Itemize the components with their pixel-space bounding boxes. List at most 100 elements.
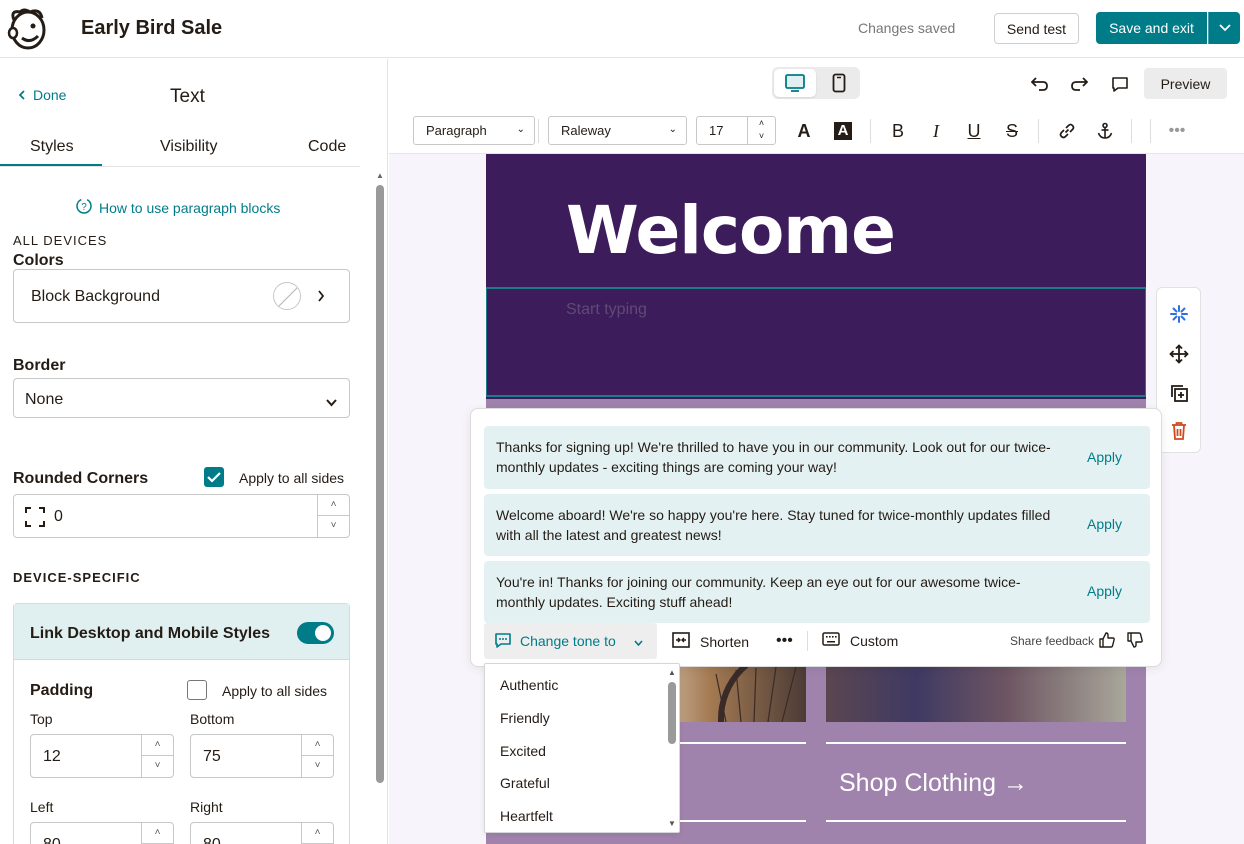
- tab-code[interactable]: Code: [308, 138, 346, 156]
- divider: [870, 119, 871, 143]
- top-bar: Early Bird Sale Changes saved Send test …: [0, 0, 1244, 58]
- mailchimp-logo-icon[interactable]: [6, 6, 48, 52]
- scroll-up-arrow-icon[interactable]: ▲: [376, 171, 384, 181]
- custom-prompt-button[interactable]: Custom: [822, 632, 898, 649]
- block-settings-panel: Done Text Styles Visibility Code ? How t…: [0, 59, 388, 844]
- underline-icon[interactable]: U: [963, 120, 985, 142]
- padding-bottom-input[interactable]: 75 ˄ ˅: [190, 734, 334, 778]
- tab-styles[interactable]: Styles: [30, 138, 74, 156]
- comment-icon[interactable]: [1109, 73, 1131, 95]
- change-tone-button[interactable]: Change tone to: [484, 623, 657, 659]
- left-panel-scrollbar[interactable]: [376, 185, 384, 783]
- font-size-input[interactable]: 17 ˄ ˅: [696, 116, 776, 145]
- tone-option-grateful[interactable]: Grateful: [500, 775, 550, 791]
- done-button[interactable]: Done: [18, 87, 66, 103]
- font-size-stepper[interactable]: ˄ ˅: [747, 117, 775, 144]
- undo-icon[interactable]: [1029, 73, 1051, 95]
- redo-icon[interactable]: [1068, 73, 1090, 95]
- divider: [807, 631, 808, 651]
- scroll-down-arrow-icon[interactable]: ▼: [668, 819, 676, 828]
- padding-top-input[interactable]: 12 ˄ ˅: [30, 734, 174, 778]
- selected-text-block[interactable]: [486, 287, 1146, 397]
- suggestion-text: You're in! Thanks for joining our commun…: [496, 574, 1021, 610]
- more-ai-options-icon[interactable]: •••: [776, 632, 793, 650]
- tab-visibility[interactable]: Visibility: [160, 138, 218, 156]
- scroll-up-arrow-icon[interactable]: ▲: [668, 668, 676, 677]
- ai-sparkle-icon[interactable]: [1168, 303, 1190, 325]
- padding-left-label: Left: [30, 799, 54, 815]
- help-link[interactable]: ? How to use paragraph blocks: [75, 197, 280, 218]
- preview-button[interactable]: Preview: [1144, 68, 1227, 99]
- speech-bubble-icon: [494, 631, 512, 652]
- suggestion-card[interactable]: Welcome aboard! We're so happy you're he…: [484, 494, 1150, 556]
- thumbs-down-icon[interactable]: [1127, 632, 1143, 653]
- rounded-corners-input[interactable]: 0 ˄ ˅: [13, 494, 350, 538]
- chevron-left-icon: [18, 87, 25, 103]
- padding-right-input[interactable]: 80 ˄˅: [190, 822, 334, 844]
- desktop-view-icon[interactable]: [774, 69, 816, 97]
- custom-label: Custom: [850, 632, 899, 649]
- campaign-title[interactable]: Early Bird Sale: [81, 17, 222, 40]
- padding-bottom-value: 75: [203, 748, 221, 765]
- font-family-select[interactable]: Raleway ⌄: [548, 116, 687, 145]
- apply-suggestion-button[interactable]: Apply: [1087, 583, 1122, 599]
- tone-option-friendly[interactable]: Friendly: [500, 710, 550, 726]
- all-devices-label: ALL DEVICES: [13, 233, 108, 248]
- corner-radius-icon: [24, 506, 46, 533]
- rounded-apply-all-checkbox[interactable]: [204, 467, 224, 487]
- bold-icon[interactable]: B: [887, 120, 909, 142]
- shorten-button[interactable]: Shorten: [672, 632, 749, 651]
- suggestion-card[interactable]: Thanks for signing up! We're thrilled to…: [484, 426, 1150, 489]
- italic-icon[interactable]: I: [925, 120, 947, 142]
- text-color-icon[interactable]: A: [793, 120, 815, 142]
- send-test-button[interactable]: Send test: [994, 13, 1079, 44]
- anchor-icon[interactable]: [1094, 120, 1116, 142]
- link-icon[interactable]: [1056, 120, 1078, 142]
- tone-option-heartfelt[interactable]: Heartfelt: [500, 808, 553, 824]
- link-styles-toggle[interactable]: [297, 622, 334, 644]
- padding-bottom-stepper[interactable]: ˄ ˅: [301, 735, 333, 777]
- tone-option-authentic[interactable]: Authentic: [500, 677, 558, 693]
- mobile-view-icon[interactable]: [818, 69, 860, 97]
- move-icon[interactable]: [1168, 343, 1190, 365]
- save-and-exit-button[interactable]: Save and exit: [1096, 12, 1207, 44]
- padding-left-stepper[interactable]: ˄˅: [141, 823, 173, 844]
- tone-option-excited[interactable]: Excited: [500, 743, 546, 759]
- padding-top-stepper[interactable]: ˄ ˅: [141, 735, 173, 777]
- apply-suggestion-button[interactable]: Apply: [1087, 516, 1122, 532]
- font-size-value: 17: [709, 123, 724, 138]
- padding-left-input[interactable]: 80 ˄˅: [30, 822, 174, 844]
- block-background-selector[interactable]: Block Background: [13, 269, 350, 323]
- rounded-corners-value: 0: [54, 508, 63, 525]
- font-family-value: Raleway: [561, 123, 611, 138]
- rounded-corners-label: Rounded Corners: [13, 470, 149, 487]
- svg-text:?: ?: [81, 202, 87, 213]
- ai-actions-toolbar: Change tone to Shorten ••• Custom Share …: [484, 623, 1150, 659]
- color-swatch-none-icon: [273, 282, 301, 310]
- duplicate-icon[interactable]: [1168, 382, 1190, 404]
- panel-title: Text: [170, 86, 205, 107]
- tone-menu-scrollbar[interactable]: [668, 682, 676, 744]
- thumbs-up-icon[interactable]: [1099, 632, 1115, 653]
- chevron-down-icon: [326, 394, 337, 412]
- border-select[interactable]: None: [13, 378, 350, 418]
- save-status: Changes saved: [858, 20, 956, 36]
- save-options-chevron-icon[interactable]: [1208, 12, 1240, 44]
- paragraph-style-select[interactable]: Paragraph ⌄: [413, 116, 535, 145]
- padding-apply-all-checkbox[interactable]: [187, 680, 207, 700]
- delete-icon[interactable]: [1168, 420, 1190, 442]
- rounded-corners-stepper[interactable]: ˄ ˅: [317, 495, 349, 537]
- suggestion-card[interactable]: You're in! Thanks for joining our commun…: [484, 561, 1150, 623]
- chevron-down-icon: [634, 633, 643, 649]
- welcome-heading[interactable]: Welcome: [566, 192, 896, 269]
- help-link-label: How to use paragraph blocks: [99, 199, 281, 216]
- highlight-color-icon[interactable]: A: [832, 120, 854, 142]
- change-tone-label: Change tone to: [520, 633, 616, 649]
- block-actions-bar: [1156, 287, 1201, 453]
- apply-suggestion-button[interactable]: Apply: [1087, 449, 1122, 465]
- strikethrough-icon[interactable]: S: [1001, 120, 1023, 142]
- more-options-icon[interactable]: •••: [1166, 120, 1188, 142]
- shop-clothing-link[interactable]: Shop Clothing →: [839, 769, 1028, 798]
- device-specific-panel: Link Desktop and Mobile Styles Padding A…: [13, 603, 350, 844]
- padding-right-stepper[interactable]: ˄˅: [301, 823, 333, 844]
